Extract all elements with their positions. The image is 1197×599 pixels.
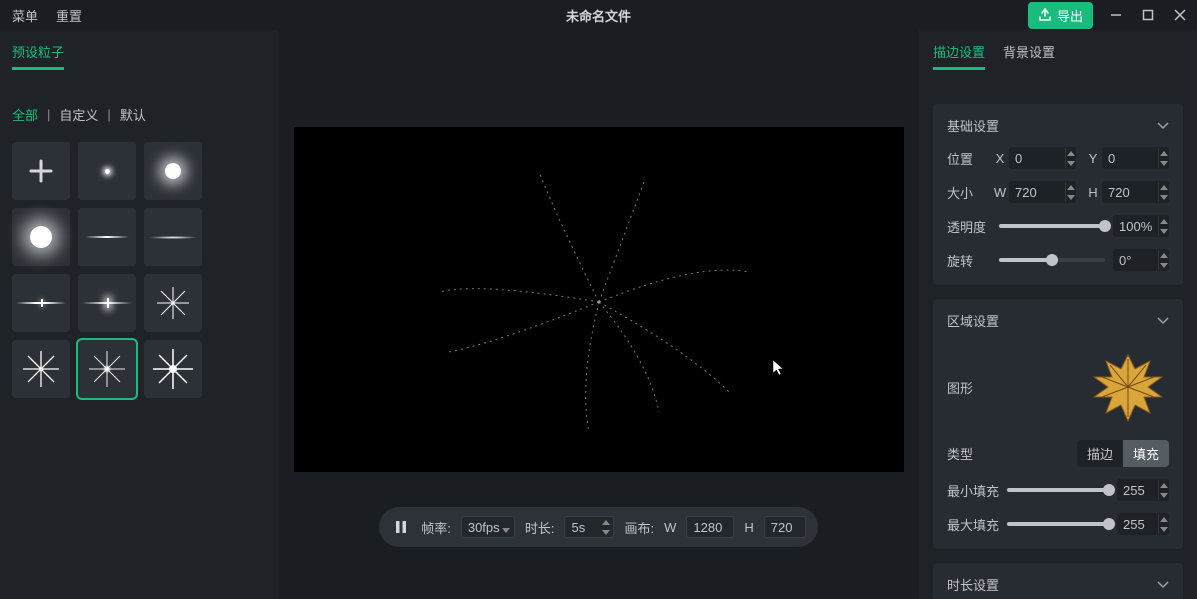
- filter-all[interactable]: 全部: [12, 105, 38, 124]
- particle-thumb[interactable]: [78, 208, 136, 266]
- canvas-w-label: W: [664, 520, 676, 535]
- x-label: X: [991, 151, 1009, 166]
- opacity-input[interactable]: [1113, 215, 1169, 237]
- section-area: 区域设置 图形: [933, 299, 1183, 549]
- canvas-height-input[interactable]: [764, 516, 806, 538]
- particle-thumb[interactable]: [78, 274, 136, 332]
- type-label: 类型: [947, 444, 973, 463]
- canvas-content: [294, 127, 904, 472]
- minimize-button[interactable]: [1107, 6, 1125, 24]
- stepper-down[interactable]: [599, 527, 613, 537]
- section-basic-header[interactable]: 基础设置: [947, 116, 1169, 135]
- position-label: 位置: [947, 149, 991, 168]
- min-fill-label: 最小填充: [947, 481, 1007, 500]
- close-button[interactable]: [1171, 6, 1189, 24]
- section-area-header[interactable]: 区域设置: [947, 311, 1169, 330]
- center-panel: 帧率: 30fps 时长: 画布: W H: [278, 30, 919, 599]
- section-basic: 基础设置 位置 X Y 大小 W H 透明度: [933, 104, 1183, 285]
- position-y-input[interactable]: [1102, 147, 1169, 169]
- right-panel: 描边设置 背景设置 基础设置 位置 X Y 大小 W H: [919, 30, 1197, 599]
- export-label: 导出: [1057, 6, 1083, 25]
- add-particle-button[interactable]: [12, 142, 70, 200]
- menu-button[interactable]: 菜单: [12, 6, 38, 25]
- y-label: Y: [1084, 151, 1102, 166]
- plus-icon: [28, 158, 54, 184]
- section-area-title: 区域设置: [947, 311, 999, 330]
- stepper-up[interactable]: [599, 517, 613, 527]
- leaf-icon: [1088, 347, 1168, 427]
- opacity-label: 透明度: [947, 217, 999, 236]
- section-duration: 时长设置: [933, 563, 1183, 599]
- particle-thumb[interactable]: [144, 340, 202, 398]
- rotate-slider[interactable]: [999, 258, 1105, 262]
- section-duration-header[interactable]: 时长设置: [947, 575, 1169, 594]
- tab-stroke-settings[interactable]: 描边设置: [933, 42, 985, 70]
- size-label: 大小: [947, 183, 991, 202]
- chevron-down-icon: [1157, 577, 1169, 592]
- duration-input[interactable]: [564, 516, 614, 538]
- rotate-label: 旋转: [947, 251, 999, 270]
- particle-thumb[interactable]: [12, 208, 70, 266]
- h-label: H: [1084, 185, 1102, 200]
- min-fill-slider[interactable]: [1007, 488, 1109, 492]
- chevron-down-icon: [1157, 118, 1169, 133]
- position-x-input[interactable]: [1009, 147, 1076, 169]
- particle-thumb-selected[interactable]: [78, 340, 136, 398]
- tab-preset-particles[interactable]: 预设粒子: [12, 42, 64, 70]
- max-fill-input[interactable]: [1117, 513, 1169, 535]
- filter-custom[interactable]: 自定义: [59, 105, 98, 124]
- size-h-input[interactable]: [1102, 181, 1169, 203]
- export-icon: [1038, 8, 1052, 22]
- shape-preview[interactable]: [1087, 346, 1169, 428]
- canvas-width-input[interactable]: [686, 516, 734, 538]
- opacity-slider[interactable]: [999, 224, 1105, 228]
- pause-button[interactable]: [391, 520, 411, 534]
- particle-thumb[interactable]: [144, 274, 202, 332]
- duration-label: 时长:: [525, 518, 555, 537]
- pause-icon: [395, 520, 407, 534]
- section-duration-title: 时长设置: [947, 575, 999, 594]
- reset-button[interactable]: 重置: [56, 6, 82, 25]
- chevron-down-icon: [1157, 313, 1169, 328]
- particle-thumbnails: [12, 142, 266, 398]
- framerate-select[interactable]: 30fps: [461, 516, 515, 538]
- left-panel: 预设粒子 全部 | 自定义 | 默认: [0, 30, 278, 599]
- particle-thumb[interactable]: [12, 340, 70, 398]
- framerate-label: 帧率:: [421, 518, 451, 537]
- playback-bar: 帧率: 30fps 时长: 画布: W H: [379, 507, 818, 547]
- titlebar: 菜单 重置 未命名文件 导出: [0, 0, 1197, 30]
- max-fill-slider[interactable]: [1007, 522, 1109, 526]
- particle-thumb[interactable]: [78, 142, 136, 200]
- particle-thumb[interactable]: [12, 274, 70, 332]
- canvas-label: 画布:: [624, 518, 654, 537]
- canvas[interactable]: [294, 127, 904, 472]
- type-stroke-option[interactable]: 描边: [1077, 440, 1123, 467]
- particle-thumb[interactable]: [144, 208, 202, 266]
- document-title: 未命名文件: [566, 6, 631, 25]
- filter-default[interactable]: 默认: [120, 105, 146, 124]
- canvas-h-label: H: [744, 520, 753, 535]
- min-fill-input[interactable]: [1117, 479, 1169, 501]
- shape-label: 图形: [947, 378, 973, 397]
- size-w-input[interactable]: [1009, 181, 1076, 203]
- max-fill-label: 最大填充: [947, 515, 1007, 534]
- section-basic-title: 基础设置: [947, 116, 999, 135]
- export-button[interactable]: 导出: [1028, 2, 1093, 29]
- particle-thumb[interactable]: [144, 142, 202, 200]
- w-label: W: [991, 185, 1009, 200]
- type-fill-option[interactable]: 填充: [1123, 440, 1169, 467]
- rotate-input[interactable]: [1113, 249, 1169, 271]
- cursor-icon: [772, 359, 786, 377]
- tab-background-settings[interactable]: 背景设置: [1003, 42, 1055, 70]
- type-segment: 描边 填充: [1077, 440, 1169, 467]
- maximize-button[interactable]: [1139, 6, 1157, 24]
